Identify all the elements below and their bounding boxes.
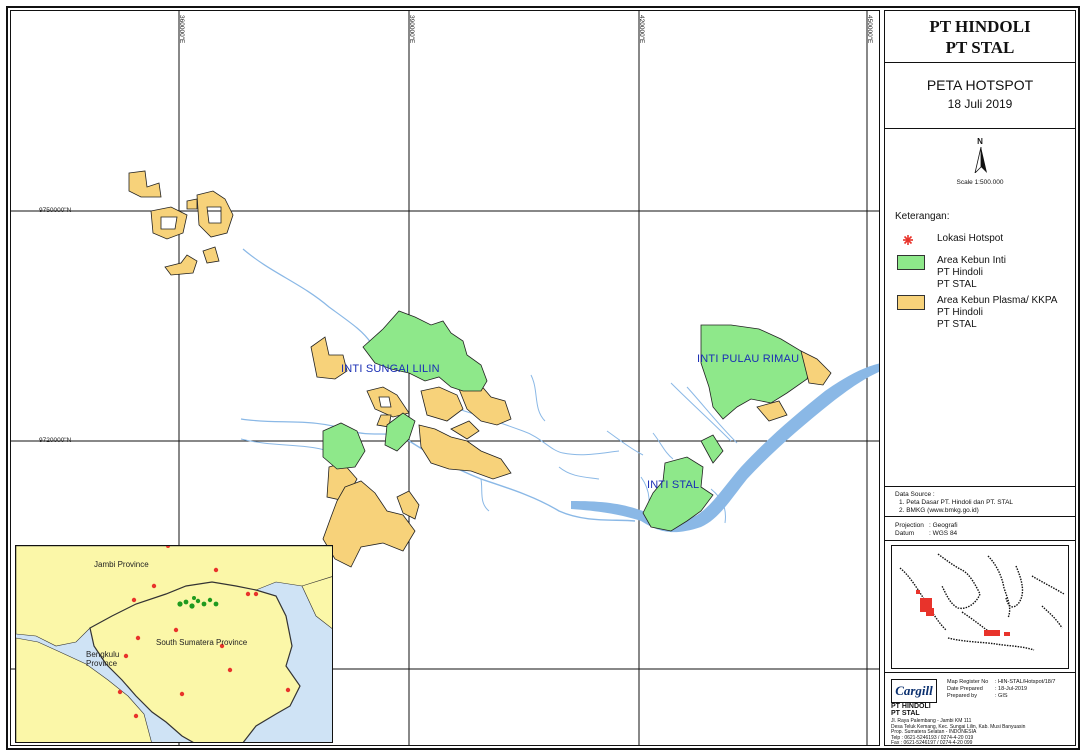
label-inti-stal: INTI STAL [647, 479, 700, 491]
legend-hotspot-label: Lokasi Hotspot [937, 233, 1004, 244]
legend-inti-swatch [897, 255, 925, 270]
footer-meta: Map Register No : HIN-STAL/Hotspot/18/7 D… [947, 679, 1055, 700]
lon-tick-3: 420000"E [638, 15, 645, 44]
indonesia-overview-canvas [899, 553, 1065, 651]
footer-company-2: PT STAL [891, 710, 920, 717]
legend-heading: Keterangan: [895, 211, 950, 222]
meta-value: : HIN-STAL/Hotspot/18/7 [995, 679, 1056, 685]
legend-block: N Scale 1:500.000 Keterangan: Lokasi Hot… [885, 129, 1075, 487]
projection-label: Projection [895, 522, 924, 529]
lat-tick-2: 9720000"N [39, 437, 72, 444]
overview-block [885, 541, 1075, 673]
company-line-2: PT STAL [945, 38, 1015, 57]
inset-label-jambi: Jambi Province [94, 560, 149, 569]
meta-key: Map Register No [947, 679, 989, 685]
projection-block: Projection : Geografi Datum : WGS 84 [885, 517, 1075, 541]
datum-label: Datum [895, 530, 915, 537]
legend-plasma-sub2: PT STAL [937, 319, 977, 330]
company-line-1: PT HINDOLI [929, 17, 1031, 36]
map-date: 18 Juli 2019 [947, 97, 1013, 111]
label-inti-pulau-rimau: INTI PULAU RIMAU [697, 353, 800, 365]
legend-inti-label: Area Kebun Inti [937, 255, 1006, 266]
data-source-block: Data Source : 1. Peta Dasar PT. Hindoli … [885, 487, 1075, 517]
lon-tick-1: 360000"E [178, 15, 185, 44]
inset-label-bengkulu: Bengkulu Province [86, 650, 120, 668]
hotspot-symbol-icon [903, 235, 913, 245]
side-panel: PT HINDOLI PT STAL PETA HOTSPOT 18 Juli … [884, 10, 1076, 746]
legend-inti-sub1: PT Hindoli [937, 267, 983, 278]
projection-value: : Geografi [929, 522, 958, 529]
cargill-logo: Cargill [891, 679, 937, 703]
panel-header: PT HINDOLI PT STAL [885, 11, 1075, 63]
label-inti-sungai-lilin: INTI SUNGAI LILIN [341, 363, 440, 375]
north-arrow-icon [974, 147, 987, 173]
footer-block: Cargill PT HINDOLI PT STAL Map Register … [885, 673, 1075, 747]
inti-areas [322, 310, 812, 532]
scale-text: Scale 1:500.000 [956, 179, 1004, 186]
legend-plasma-sub1: PT Hindoli [937, 307, 983, 318]
north-letter: N [977, 137, 983, 146]
map-title-block: PETA HOTSPOT 18 Juli 2019 [885, 63, 1075, 129]
map-title: PETA HOTSPOT [926, 77, 1034, 93]
indonesia-overview-map[interactable] [891, 545, 1069, 669]
source-line-1: 1. Peta Dasar PT. Hindoli dan PT. STAL [899, 499, 1014, 506]
meta-key: Prepared by [947, 693, 977, 699]
inset-label-south-sumatera: South Sumatera Province [156, 638, 248, 647]
legend-plasma-swatch [897, 295, 925, 310]
main-map[interactable]: 360000"E 390000"E 420000"E 450000"E 9750… [10, 10, 880, 746]
legend-plasma-label: Area Kebun Plasma/ KKPA [937, 295, 1058, 306]
fax-line: Fax : 0621-5246197 / 0274-4-20 099 [891, 740, 973, 747]
meta-key: Date Prepared [947, 686, 983, 692]
source-line-2: 2. BMKG (www.bmkg.go.id) [899, 507, 979, 514]
legend-inti-sub2: PT STAL [937, 279, 977, 290]
lon-tick-2: 390000"E [408, 15, 415, 44]
meta-value: : 18-Jul-2019 [995, 686, 1028, 692]
meta-value: : GIS [995, 693, 1008, 699]
datum-value: : WGS 84 [929, 530, 958, 537]
inset-map[interactable]: Jambi Province South Sumatera Province B… [15, 545, 333, 743]
source-heading: Data Source : [895, 491, 935, 498]
footer-address: Jl. Raya Palembang - Jambi KM 111 Desa T… [891, 718, 1071, 747]
lon-tick-4: 450000"E [866, 15, 873, 44]
lat-tick-1: 9750000"N [39, 207, 72, 214]
